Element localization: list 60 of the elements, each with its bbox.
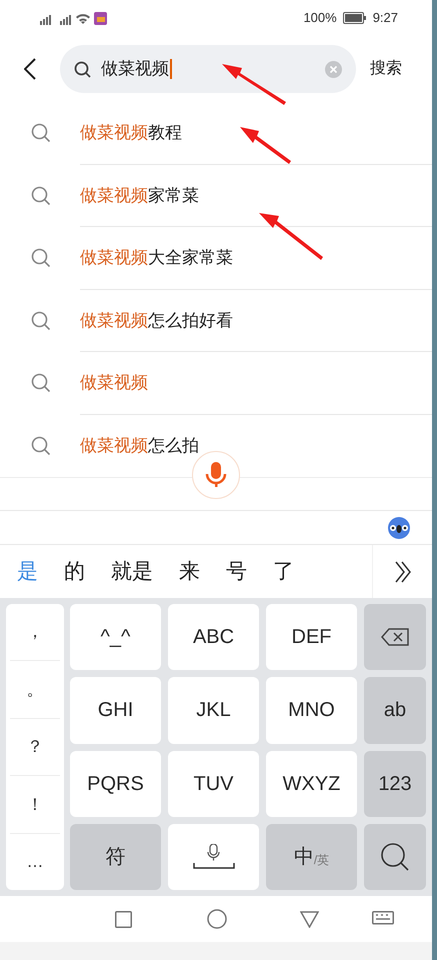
key[interactable]: GHI bbox=[70, 677, 161, 744]
language-key[interactable]: 中/英 bbox=[266, 824, 357, 890]
suggestion-item[interactable]: 做菜视频 bbox=[80, 370, 148, 396]
candidate-word[interactable]: 就是 bbox=[111, 556, 153, 588]
key[interactable]: MNO bbox=[266, 677, 357, 744]
keyboard-icon[interactable] bbox=[372, 911, 394, 927]
recent-apps-icon[interactable] bbox=[115, 910, 132, 928]
key[interactable]: 符 bbox=[70, 824, 161, 890]
back-icon bbox=[24, 58, 36, 80]
backspace-icon bbox=[381, 628, 409, 646]
suggestion-item[interactable]: 做菜视频大全家常菜 bbox=[80, 245, 233, 270]
home-icon[interactable] bbox=[207, 909, 227, 929]
mascot-icon[interactable] bbox=[388, 516, 410, 538]
search-key[interactable] bbox=[364, 824, 426, 890]
candidate-word[interactable]: 了 bbox=[273, 556, 294, 588]
space-key[interactable] bbox=[168, 824, 259, 890]
symbol-key[interactable]: … bbox=[10, 834, 60, 890]
search-icon bbox=[31, 373, 51, 394]
key[interactable]: PQRS bbox=[70, 750, 161, 817]
symbol-key[interactable]: ！ bbox=[10, 776, 60, 834]
search-text: 做菜视频 bbox=[101, 59, 172, 79]
microphone-icon bbox=[205, 462, 227, 488]
symbol-key[interactable]: 。 bbox=[10, 661, 60, 719]
suggestion-item[interactable]: 做菜视频怎么拍好看 bbox=[80, 308, 233, 333]
annotation-arrow bbox=[259, 213, 323, 260]
key[interactable]: ^_^ bbox=[70, 604, 161, 670]
double-chevron-icon bbox=[394, 560, 412, 582]
candidate-word[interactable]: 来 bbox=[179, 556, 200, 588]
search-icon bbox=[380, 842, 410, 872]
candidate-word[interactable]: 号 bbox=[226, 556, 247, 588]
backspace-key[interactable] bbox=[364, 604, 426, 670]
suggestion-item[interactable]: 做菜视频家常菜 bbox=[80, 182, 199, 208]
clock: 9:27 bbox=[372, 9, 398, 28]
key[interactable]: ab bbox=[364, 677, 426, 744]
battery-icon bbox=[342, 12, 367, 24]
symbol-key[interactable]: ， bbox=[10, 604, 60, 662]
battery-percentage: 100% bbox=[303, 9, 337, 28]
search-icon bbox=[31, 310, 51, 331]
key[interactable]: TUV bbox=[168, 750, 259, 817]
key[interactable]: WXYZ bbox=[266, 750, 357, 817]
search-icon bbox=[31, 248, 51, 268]
suggestion-item[interactable]: 做菜视频怎么拍 bbox=[80, 433, 199, 458]
key[interactable]: ABC bbox=[168, 604, 259, 670]
key[interactable]: 123 bbox=[364, 750, 426, 817]
search-icon bbox=[31, 186, 51, 206]
candidate-word[interactable]: 的 bbox=[64, 556, 85, 588]
space-microphone-icon bbox=[192, 844, 234, 870]
suggestion-item[interactable]: 做菜视频教程 bbox=[80, 120, 182, 146]
symbol-key[interactable]: ？ bbox=[10, 718, 60, 776]
key[interactable]: DEF bbox=[266, 604, 357, 670]
key[interactable]: JKL bbox=[168, 677, 259, 744]
search-field[interactable]: 做菜视频 bbox=[60, 45, 356, 93]
search-icon bbox=[74, 60, 91, 78]
search-icon bbox=[31, 436, 51, 456]
candidate-word[interactable]: 是 bbox=[17, 556, 38, 588]
annotation-arrow bbox=[240, 127, 291, 164]
back-triangle-icon[interactable] bbox=[300, 910, 319, 928]
search-icon bbox=[31, 123, 51, 144]
search-button[interactable]: 搜索 bbox=[370, 57, 402, 81]
annotation-arrow bbox=[222, 64, 286, 105]
